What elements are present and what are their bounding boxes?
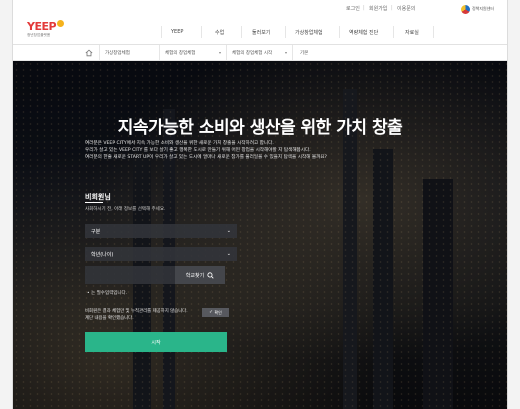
- guest-notice-line: 계단 내용을 확인했습니다.: [85, 316, 134, 321]
- intro-line: 여러분의 한줄 새로운 START UP이 우리가 살고 있는 도시에 얼마나 …: [85, 155, 327, 160]
- nav-divider: [201, 26, 202, 38]
- utility-bar: 로그인 | 회원가입 | 이용문의 정책지원센터: [13, 0, 507, 19]
- nav-item-library[interactable]: 자료실: [405, 29, 419, 36]
- nav-divider: [285, 26, 286, 38]
- main-nav: YEEP 청년창업플랫폼 YEEP 수업 둘러보기 가상창업체험 역량체험 진단…: [13, 19, 507, 45]
- grade-select-value: 학년(나이): [91, 252, 114, 258]
- signup-link[interactable]: 회원가입: [369, 5, 387, 12]
- hero-section: 지속가능한 소비와 생산을 위한 가치 창출 여러분은 VEEP CITY에서 …: [13, 61, 507, 409]
- form-title: 비회원님: [85, 193, 111, 201]
- inquiry-link[interactable]: 이용문의: [397, 5, 415, 12]
- required-marker: •: [87, 291, 90, 296]
- check-icon: ✓: [209, 310, 213, 315]
- form-title-underline: [85, 202, 103, 203]
- intro-line: 여러분은 VEEP CITY에서 지속 가능한 소비와 생산을 위한 새로운 가…: [85, 141, 274, 146]
- breadcrumb-item[interactable]: 가상창업체험: [105, 50, 130, 56]
- chevron-down-icon: ▾: [285, 50, 288, 55]
- breadcrumb-divider: [99, 45, 100, 61]
- breadcrumb-item[interactable]: 체험의 창업체험: [165, 50, 195, 56]
- breadcrumb-item[interactable]: 기본: [300, 50, 308, 56]
- guest-notice-line: 비회원은 결과 체험만 및 누적관리를 제공하지 않습니다.: [85, 309, 188, 314]
- gov-logo[interactable]: 정책지원센터: [461, 3, 499, 15]
- gov-emblem-icon: [461, 4, 470, 14]
- nav-item-yeep[interactable]: YEEP: [171, 29, 183, 35]
- school-search-button[interactable]: 학교찾기: [175, 266, 225, 284]
- breadcrumb-divider: [159, 45, 160, 61]
- chevron-down-icon: ⌄: [226, 251, 231, 257]
- chevron-down-icon: ▾: [219, 50, 222, 55]
- hero-intro: 여러분은 VEEP CITY에서 지속 가능한 소비와 생산을 위한 새로운 가…: [85, 140, 425, 161]
- required-note-text: 는 필수입력입니다.: [91, 291, 128, 296]
- confirm-checkbox[interactable]: ✓ 확인: [202, 308, 229, 317]
- intro-line: 우리가 살고 있는 VEEP CITY 를 보다 살기 좋고 행복한 도시로 만…: [85, 148, 311, 153]
- browser-page: 로그인 | 회원가입 | 이용문의 정책지원센터 YEEP 청년창업플랫폼 YE…: [12, 0, 508, 409]
- chevron-down-icon: ⌄: [226, 228, 231, 234]
- confirm-label: 확인: [214, 309, 222, 315]
- nav-item-virtual-startup[interactable]: 가상창업체험: [295, 29, 323, 36]
- start-button[interactable]: 시작: [85, 332, 227, 352]
- home-icon[interactable]: [85, 49, 93, 57]
- school-search-label: 학교찾기: [185, 272, 205, 279]
- login-link[interactable]: 로그인: [346, 5, 360, 12]
- grade-select[interactable]: 학년(나이) ⌄: [85, 247, 237, 261]
- hero-title: 지속가능한 소비와 생산을 위한 가치 창출: [117, 118, 403, 138]
- util-separator: |: [391, 5, 393, 11]
- search-icon: [207, 271, 214, 279]
- nav-divider: [339, 26, 340, 38]
- form-description: 사회하시기 전, 아래 정보를 선택해 주세요.: [85, 207, 166, 212]
- nav-divider: [241, 26, 242, 38]
- nav-menu: YEEP 수업 둘러보기 가상창업체험 역량체험 진단 자료실: [13, 19, 507, 45]
- gubun-select-value: 구분: [91, 229, 101, 235]
- nav-item-diagnosis[interactable]: 역량체험 진단: [349, 29, 378, 36]
- nav-item-class[interactable]: 수업: [215, 29, 224, 36]
- nav-divider: [433, 26, 434, 38]
- required-note: • 는 필수입력입니다.: [87, 290, 127, 296]
- breadcrumb-divider: [226, 45, 227, 61]
- util-separator: |: [363, 5, 365, 11]
- nav-divider: [393, 26, 394, 38]
- nav-item-browse[interactable]: 둘러보기: [252, 29, 270, 36]
- nav-divider: [161, 26, 162, 38]
- breadcrumb-item[interactable]: 체험의 창업체험 시작: [232, 50, 272, 56]
- guest-notice: 비회원은 결과 체험만 및 누적관리를 제공하지 않습니다. 계단 내용을 확인…: [85, 308, 188, 322]
- gubun-select[interactable]: 구분 ⌄: [85, 224, 237, 238]
- gov-logo-text: 정책지원센터: [472, 5, 495, 11]
- breadcrumb-divider: [292, 45, 293, 61]
- start-button-label: 시작: [151, 339, 161, 346]
- school-search-input[interactable]: [85, 266, 175, 284]
- breadcrumb: 가상창업체험 체험의 창업체험 ▾ 체험의 창업체험 시작 ▾ 기본: [13, 45, 507, 61]
